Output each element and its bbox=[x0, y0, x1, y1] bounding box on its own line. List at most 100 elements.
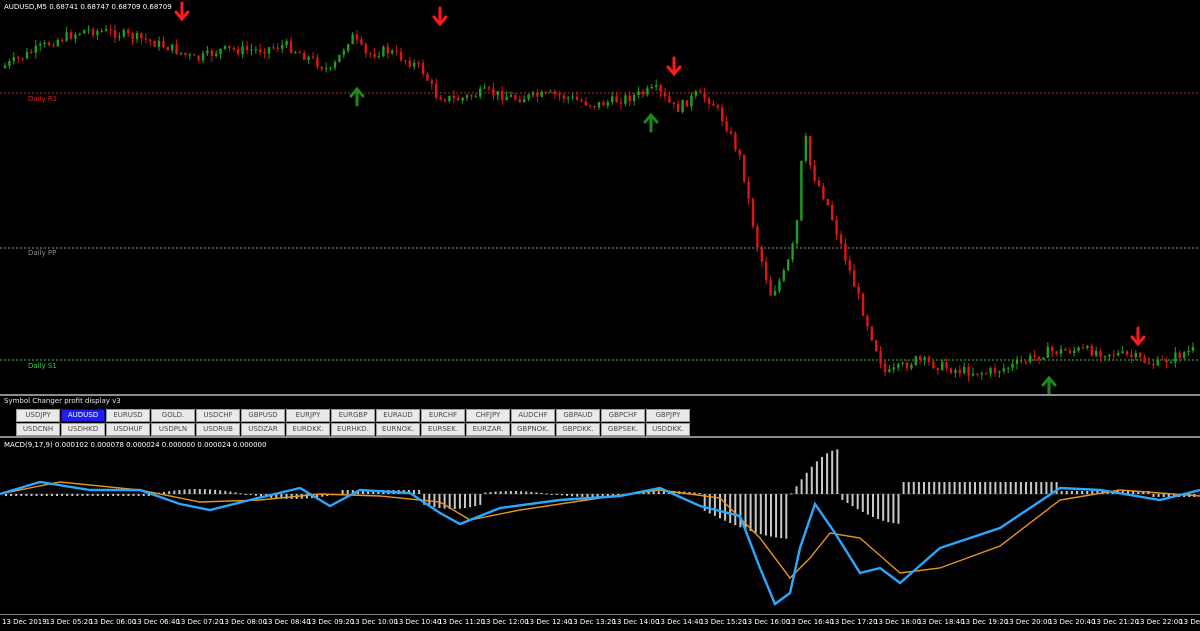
macd-histogram-bar bbox=[657, 491, 660, 494]
symbol-button-gbpnok[interactable]: GBPNOK. bbox=[511, 423, 555, 436]
macd-histogram-bar bbox=[173, 490, 176, 494]
symbol-button-usdhuf[interactable]: USDHUF bbox=[106, 423, 150, 436]
macd-histogram-bar bbox=[1014, 482, 1017, 494]
macd-histogram-bar bbox=[10, 494, 13, 496]
candle-body bbox=[804, 136, 807, 161]
candle-body bbox=[369, 53, 372, 55]
symbol-button-gbpsek[interactable]: GBPSEK. bbox=[601, 423, 645, 436]
candle-body bbox=[52, 45, 55, 47]
symbol-button-usdcnh[interactable]: USDCNH bbox=[16, 423, 60, 436]
candle-body bbox=[448, 95, 451, 102]
symbol-button-gbpjpy[interactable]: GBPJPY bbox=[646, 409, 690, 422]
candle-body bbox=[435, 83, 438, 98]
candle-body bbox=[417, 62, 420, 64]
macd-histogram-bar bbox=[928, 482, 931, 494]
symbol-button-chfjpy[interactable]: CHFJPY bbox=[466, 409, 510, 422]
candle-body bbox=[144, 38, 147, 40]
symbol-button-eurnok[interactable]: EURNOK. bbox=[376, 423, 420, 436]
candle-body bbox=[179, 52, 183, 54]
symbol-button-euraud[interactable]: EURAUD bbox=[376, 409, 420, 422]
candle-body bbox=[325, 67, 328, 70]
macd-histogram-bar bbox=[968, 482, 971, 494]
time-tick-label: 13 Dec 20:40 bbox=[1048, 618, 1096, 626]
candle-body bbox=[765, 261, 768, 280]
macd-histogram-bar bbox=[525, 491, 528, 494]
candle-body bbox=[993, 368, 997, 373]
symbol-button-eurjpy[interactable]: EURJPY bbox=[286, 409, 330, 422]
candle-body bbox=[505, 96, 508, 101]
candle-body bbox=[153, 41, 156, 47]
symbol-button-audusd[interactable]: AUDUSD bbox=[61, 409, 105, 422]
macd-histogram-bar bbox=[1162, 494, 1165, 497]
candle-body bbox=[659, 85, 662, 93]
symbol-button-usddkk[interactable]: USDDKK. bbox=[646, 423, 690, 436]
candle-body bbox=[998, 371, 1001, 373]
symbol-button-eurhkd[interactable]: EURHKD. bbox=[331, 423, 375, 436]
symbol-button-eursek[interactable]: EURSEK. bbox=[421, 423, 465, 436]
candle-body bbox=[589, 105, 592, 107]
candle-body bbox=[1011, 363, 1014, 368]
candle-body bbox=[1042, 357, 1045, 360]
symbol-button-usdhkd[interactable]: USDHKD bbox=[61, 423, 105, 436]
symbol-button-usdzar[interactable]: USDZAR bbox=[241, 423, 285, 436]
candle-body bbox=[1020, 360, 1023, 362]
macd-histogram-bar bbox=[504, 491, 507, 494]
symbol-button-gbpusd[interactable]: GBPUSD bbox=[241, 409, 285, 422]
candle-body bbox=[426, 74, 429, 81]
candle-body bbox=[430, 80, 433, 84]
candle-body bbox=[96, 31, 99, 36]
symbol-button-usdjpy[interactable]: USDJPY bbox=[16, 409, 60, 422]
macd-histogram-bar bbox=[122, 494, 125, 496]
time-tick-label: 13 Dec 09:20 bbox=[307, 618, 355, 626]
macd-histogram-bar bbox=[163, 491, 166, 494]
macd-chart[interactable] bbox=[0, 438, 1200, 614]
candle-body bbox=[690, 95, 693, 107]
candle-body bbox=[694, 91, 697, 96]
candle-body bbox=[496, 91, 499, 96]
candle-body bbox=[655, 85, 658, 88]
candle-body bbox=[809, 136, 812, 166]
symbol-button-eurchf[interactable]: EURCHF bbox=[421, 409, 465, 422]
candle-body bbox=[215, 54, 218, 57]
symbol-button-audchf[interactable]: AUDCHF bbox=[511, 409, 555, 422]
macd-histogram-bar bbox=[193, 489, 196, 494]
candle-body bbox=[487, 87, 491, 89]
symbol-button-eurzar[interactable]: EURZAR. bbox=[466, 423, 510, 436]
macd-histogram-bar bbox=[795, 486, 798, 494]
candle-body bbox=[769, 279, 772, 296]
candle-body bbox=[373, 53, 376, 57]
candle-body bbox=[760, 247, 763, 262]
macd-histogram-bar bbox=[535, 492, 538, 494]
candle-body bbox=[237, 49, 240, 55]
macd-histogram-bar bbox=[821, 456, 823, 494]
macd-histogram-bar bbox=[112, 494, 115, 496]
macd-histogram-bar bbox=[418, 490, 421, 494]
candle-body bbox=[729, 131, 733, 134]
candle-body bbox=[905, 362, 909, 369]
symbol-button-usdchf[interactable]: USDCHF bbox=[196, 409, 240, 422]
symbol-button-eurusd[interactable]: EURUSD bbox=[106, 409, 150, 422]
macd-histogram-bar bbox=[571, 494, 574, 497]
symbol-button-eurdkk[interactable]: EURDKK. bbox=[286, 423, 330, 436]
symbol-button-gbpchf[interactable]: GBPCHF bbox=[601, 409, 645, 422]
symbol-button-usdpln[interactable]: USDPLN bbox=[151, 423, 195, 436]
candle-body bbox=[1015, 360, 1019, 364]
macd-histogram-bar bbox=[25, 494, 28, 496]
price-chart[interactable] bbox=[0, 0, 1200, 394]
symbol-button-gbpdkk[interactable]: GBPDKK. bbox=[556, 423, 600, 436]
candle-body bbox=[421, 62, 425, 75]
time-tick-label: 13 Dec 22:00 bbox=[1135, 618, 1183, 626]
macd-histogram-bar bbox=[958, 482, 961, 494]
candle-body bbox=[501, 91, 504, 101]
symbol-button-eurgbp[interactable]: EURGBP bbox=[331, 409, 375, 422]
macd-histogram-bar bbox=[989, 482, 992, 494]
macd-histogram-bar bbox=[1055, 482, 1058, 494]
candle-body bbox=[892, 367, 895, 370]
candle-body bbox=[30, 51, 33, 53]
symbol-button-gold[interactable]: GOLD. bbox=[151, 409, 195, 422]
candle-body bbox=[743, 154, 746, 182]
symbol-button-usdrub[interactable]: USDRUB bbox=[196, 423, 240, 436]
symbol-button-gbpaud[interactable]: GBPAUD bbox=[556, 409, 600, 422]
candle-body bbox=[883, 363, 887, 372]
macd-histogram-bar bbox=[923, 482, 925, 494]
